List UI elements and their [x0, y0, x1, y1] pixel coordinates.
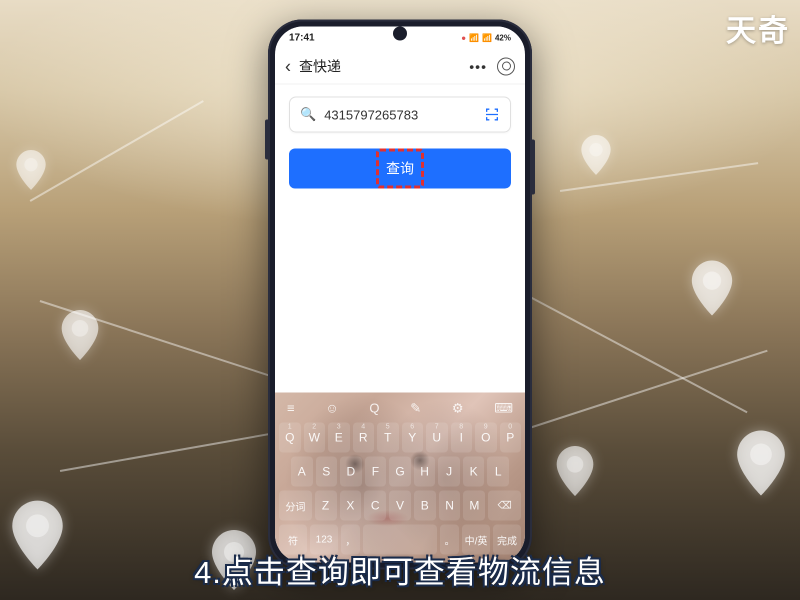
recording-icon: ● — [461, 33, 466, 42]
phone-screen: 17:41 ● 📶 📶 42% ‹ 查快递 ••• 🔍 431579726578… — [275, 27, 525, 563]
more-button[interactable]: ••• — [469, 58, 487, 74]
tracking-input[interactable]: 🔍 4315797265783 — [289, 97, 511, 133]
key-f[interactable]: F — [365, 457, 387, 487]
query-button-label: 查询 — [386, 159, 414, 179]
key-i[interactable]: 8I — [451, 423, 473, 453]
key-x[interactable]: X — [340, 491, 362, 521]
content-area: 🔍 4315797265783 查询 — [275, 85, 525, 393]
key-b[interactable]: B — [414, 491, 436, 521]
scan-icon[interactable] — [484, 107, 500, 123]
phone-frame: 17:41 ● 📶 📶 42% ‹ 查快递 ••• 🔍 431579726578… — [268, 20, 532, 570]
keyboard-row-2: ASDFGHJKL — [279, 457, 521, 487]
kbd-collapse-icon[interactable]: ⌨ — [494, 401, 513, 417]
signal-icon: 📶 — [469, 33, 479, 42]
status-time: 17:41 — [289, 32, 315, 43]
search-icon: 🔍 — [300, 107, 316, 123]
key-s[interactable]: S — [316, 457, 338, 487]
tutorial-caption: 4.点击查询即可查看物流信息 — [194, 547, 606, 592]
close-button[interactable] — [497, 57, 515, 75]
key-h[interactable]: H — [414, 457, 436, 487]
key-z[interactable]: Z — [315, 491, 337, 521]
query-button[interactable]: 查询 — [289, 149, 511, 189]
key-shift[interactable]: 分词 — [279, 491, 312, 521]
key-j[interactable]: J — [438, 457, 460, 487]
battery-text: 42% — [495, 33, 511, 42]
kbd-menu-icon[interactable]: ≡ — [287, 401, 295, 417]
kbd-q-icon[interactable]: Q — [369, 401, 379, 417]
key-g[interactable]: G — [389, 457, 411, 487]
key-p[interactable]: 0P — [500, 423, 522, 453]
wifi-icon: 📶 — [482, 33, 492, 42]
tracking-number-value: 4315797265783 — [324, 107, 476, 122]
back-button[interactable]: ‹ — [285, 57, 291, 75]
keyboard-toolbar: ≡ ☺ Q ✎ ⚙ ⌨ — [279, 399, 521, 423]
key-k[interactable]: K — [463, 457, 485, 487]
key-q[interactable]: 1Q — [279, 423, 301, 453]
nav-bar: ‹ 查快递 ••• — [275, 49, 525, 85]
key-v[interactable]: V — [389, 491, 411, 521]
status-icons: ● 📶 📶 42% — [461, 33, 511, 42]
key-u[interactable]: 7U — [426, 423, 448, 453]
keyboard-row-3: 分词ZXCVBNM⌫ — [279, 491, 521, 521]
key-e[interactable]: 3E — [328, 423, 350, 453]
kbd-edit-icon[interactable]: ✎ — [410, 401, 421, 417]
keyboard-row-1: 1Q2W3E4R5T6Y7U8I9O0P — [279, 423, 521, 453]
key-m[interactable]: M — [463, 491, 485, 521]
key-n[interactable]: N — [439, 491, 461, 521]
key-l[interactable]: L — [487, 457, 509, 487]
watermark-logo: 天奇 — [726, 6, 790, 50]
key-delete[interactable]: ⌫ — [488, 491, 521, 521]
key-w[interactable]: 2W — [304, 423, 326, 453]
soft-keyboard: ≡ ☺ Q ✎ ⚙ ⌨ 1Q2W3E4R5T6Y7U8I9O0P ASDFGHJ… — [275, 393, 525, 563]
camera-notch — [393, 27, 407, 41]
key-a[interactable]: A — [291, 457, 313, 487]
kbd-settings-icon[interactable]: ⚙ — [452, 401, 464, 417]
key-o[interactable]: 9O — [475, 423, 497, 453]
key-c[interactable]: C — [364, 491, 386, 521]
kbd-emoji-icon[interactable]: ☺ — [325, 401, 338, 417]
status-bar: 17:41 ● 📶 📶 42% — [275, 27, 525, 49]
key-d[interactable]: D — [340, 457, 362, 487]
key-t[interactable]: 5T — [377, 423, 399, 453]
key-r[interactable]: 4R — [353, 423, 375, 453]
key-y[interactable]: 6Y — [402, 423, 424, 453]
page-title: 查快递 — [299, 56, 461, 76]
